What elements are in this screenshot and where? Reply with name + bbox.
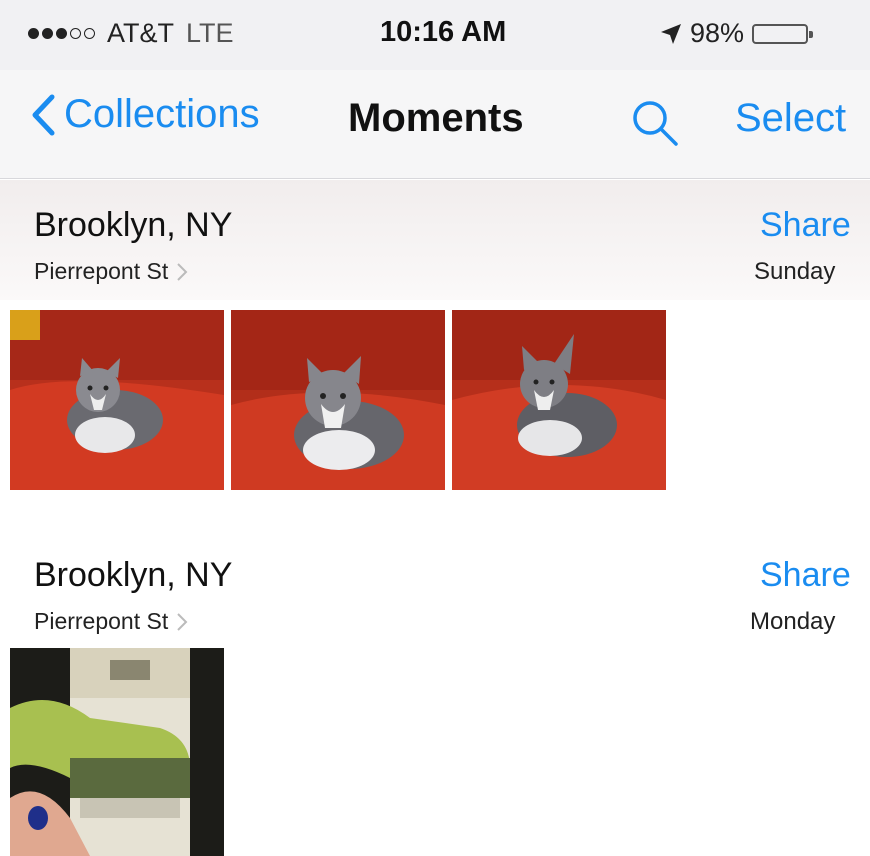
battery-icon [752, 23, 814, 44]
moment-street-link[interactable]: Pierrepont St [34, 258, 188, 285]
moment-place[interactable]: Brooklyn, NY [34, 556, 232, 595]
battery-percent: 98% [690, 18, 745, 48]
select-button[interactable]: Select [735, 96, 846, 141]
moment-place[interactable]: Brooklyn, NY [34, 206, 232, 245]
moment-header-1: Brooklyn, NY Pierrepont St Share Sunday [0, 180, 870, 300]
photo-thumbnail[interactable] [10, 648, 224, 856]
chevron-right-icon [177, 612, 188, 631]
back-button[interactable]: Collections [30, 92, 260, 137]
moment-street: Pierrepont St [34, 608, 169, 634]
navigation-bar: Collections Moments Select [0, 70, 870, 179]
page-title: Moments [348, 96, 524, 140]
cat-photo [231, 310, 445, 490]
back-label: Collections [64, 92, 260, 136]
moment-header-2: Brooklyn, NY Pierrepont St Share Monday [0, 530, 870, 650]
location-arrow-icon [661, 23, 681, 44]
status-time: 10:16 AM [380, 16, 507, 48]
can-photo [10, 648, 224, 856]
chevron-right-icon [177, 262, 188, 281]
cat-photo [10, 310, 224, 490]
search-icon [633, 101, 678, 146]
share-button[interactable]: Share [760, 556, 851, 595]
photo-thumbnail[interactable] [231, 310, 445, 490]
photo-thumbnail[interactable] [10, 310, 224, 490]
moment-street-link[interactable]: Pierrepont St [34, 608, 188, 635]
network-type: LTE [186, 18, 234, 48]
moment-day: Sunday [754, 258, 836, 285]
signal-dots-icon [28, 28, 95, 39]
moment-day: Monday [750, 608, 836, 635]
carrier-name: AT&T [107, 18, 174, 48]
status-left: AT&T LTE [28, 18, 234, 49]
status-bar: AT&T LTE 10:16 AM 98% [0, 0, 870, 70]
photo-thumbnail[interactable] [452, 310, 666, 490]
share-button[interactable]: Share [760, 206, 851, 245]
cat-photo [452, 310, 666, 490]
status-right: 98% [660, 18, 814, 49]
back-chevron-icon [32, 94, 55, 135]
search-button[interactable] [628, 96, 682, 155]
moment-street: Pierrepont St [34, 258, 169, 284]
